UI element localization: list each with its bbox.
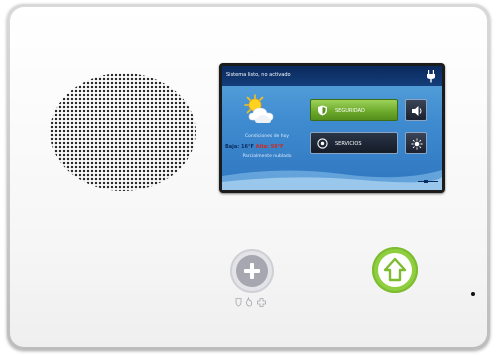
emergency-button-face <box>236 255 268 287</box>
emergency-button[interactable] <box>230 249 274 293</box>
home-button-face <box>378 253 412 287</box>
brightness-button[interactable] <box>405 132 427 154</box>
security-button-label: SEGURIDAD <box>335 108 365 114</box>
motion-sensor-dot <box>471 292 475 296</box>
status-bar: Sistema listo, no activado <box>222 66 442 86</box>
weather-location: Condiciones de hoy <box>244 134 290 139</box>
background-swoosh <box>222 170 442 190</box>
gear-icon <box>317 138 328 149</box>
brightness-icon <box>411 138 423 150</box>
low-temperature: Baja: 16°F <box>225 144 254 150</box>
home-button[interactable] <box>372 247 418 293</box>
device-bezel: Sistema listo, no activado Condiciones d… <box>10 7 487 347</box>
device-panel: Sistema listo, no activado Condiciones d… <box>7 4 490 350</box>
shield-icon <box>318 105 327 116</box>
plus-icon <box>244 263 260 279</box>
speaker-volume-icon <box>412 106 422 116</box>
plug-icon <box>427 70 435 83</box>
volume-button[interactable] <box>405 99 427 121</box>
partly-cloudy-icon <box>244 94 274 123</box>
touchscreen-frame: Sistema listo, no activado Condiciones d… <box>219 63 445 193</box>
speaker-grille <box>50 73 196 191</box>
services-button[interactable]: SERVICIOS <box>310 132 398 154</box>
home-arrow-icon <box>383 257 407 282</box>
emergency-type-icons <box>235 297 266 307</box>
touchscreen[interactable]: Sistema listo, no activado Condiciones d… <box>222 66 442 190</box>
high-temperature: Alta: 56°F <box>255 144 284 150</box>
system-status-text: Sistema listo, no activado <box>226 72 291 78</box>
services-button-label: SERVICIOS <box>335 141 362 147</box>
weather-temperatures: Baja: 16°F Alta: 56°F <box>225 144 284 150</box>
security-button[interactable]: SEGURIDAD <box>310 99 398 121</box>
screen-corner-mark <box>418 180 438 183</box>
weather-condition: Parcialmente nublado <box>242 154 292 159</box>
